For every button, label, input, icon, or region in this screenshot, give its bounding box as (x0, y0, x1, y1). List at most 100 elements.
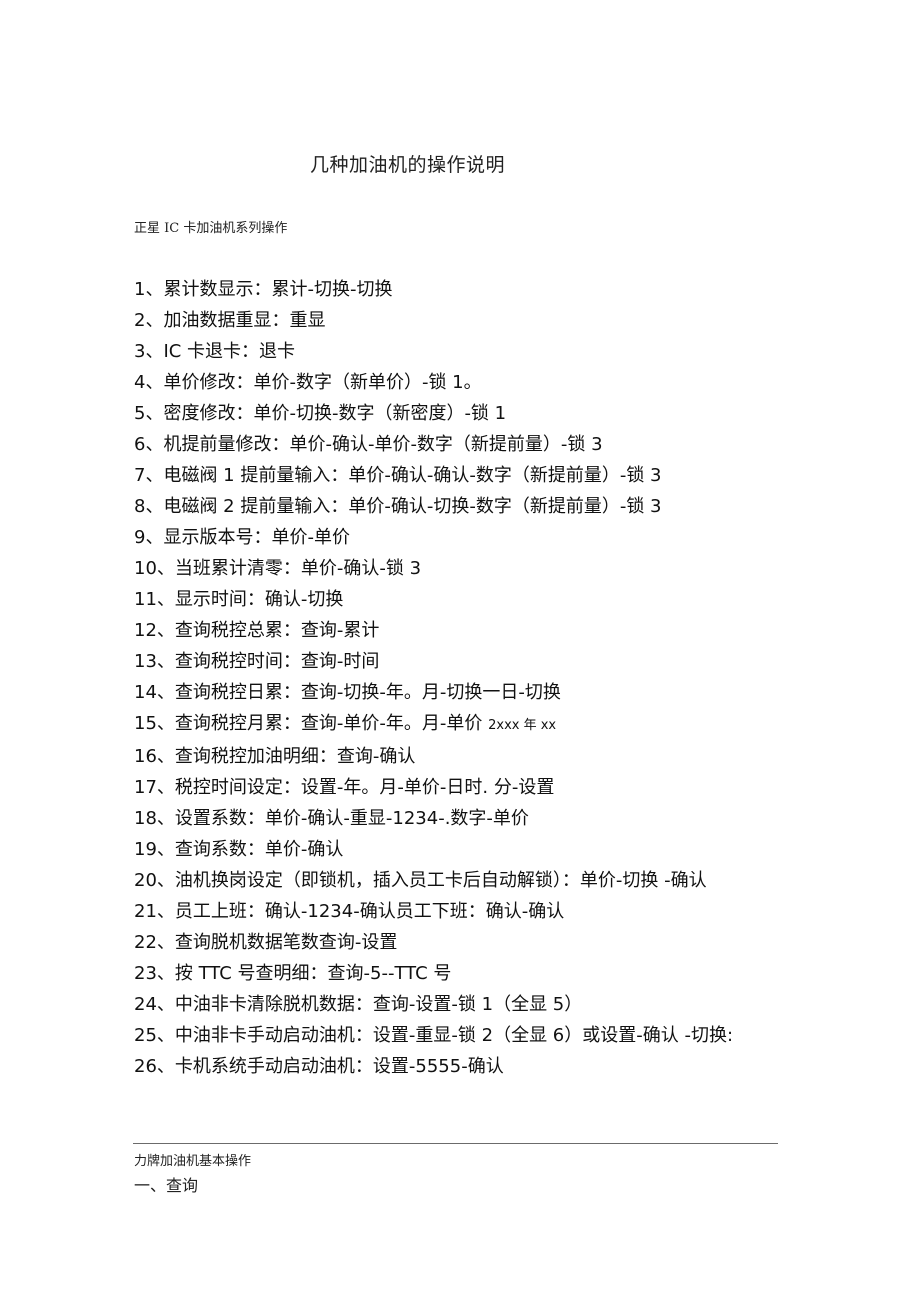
step-separator: 、 (145, 465, 164, 486)
step-text: 机提前量修改：单价-确认-单价-数字（新提前量）-锁 3 (163, 434, 603, 455)
step-item: 24、中油非卡清除脱机数据：查询-设置-锁 1（全显 5） (134, 989, 754, 1020)
step-item: 25、中油非卡手动启动油机：设置-重显-锁 2（全显 6）或设置-确认 -切换: (134, 1020, 749, 1051)
step-separator: 、 (156, 620, 175, 641)
step-number: 17 (134, 777, 157, 798)
step-text: 电磁阀 1 提前量输入：单价-确认-确认-数字（新提前量）-锁 3 (163, 465, 662, 486)
step-separator: 、 (145, 403, 164, 424)
step-text: 中油非卡清除脱机数据：查询-设置-锁 1（全显 5） (174, 994, 583, 1015)
step-item: 20、油机换岗设定（即锁机，插入员工卡后自动解锁）：单价-切换 -确认 (134, 865, 749, 896)
subsection-heading-query: 一、查询 (134, 1176, 199, 1195)
step-text: 累计数显示：累计-切换-切换 (163, 279, 393, 300)
step-item: 17、税控时间设定：设置-年。月-单价-日时. 分-设置 (134, 772, 754, 803)
step-item: 4、单价修改：单价-数字（新单价）-锁 1。 (134, 367, 754, 398)
step-separator: 、 (156, 589, 175, 610)
step-separator: 、 (145, 527, 164, 548)
step-item: 23、按 TTC 号查明细：查询-5--TTC 号 (134, 958, 754, 989)
step-number: 25 (134, 1025, 157, 1046)
document-title: 几种加油机的操作说明 (310, 154, 506, 176)
step-separator: 、 (156, 1056, 175, 1077)
step-number: 7 (134, 465, 146, 486)
step-number: 21 (134, 901, 157, 922)
step-text: 单价修改：单价-数字（新单价）-锁 1。 (163, 372, 482, 393)
step-number: 1 (134, 279, 146, 300)
step-text: 油机换岗设定（即锁机，插入员工卡后自动解锁）：单价-切换 -确认 (174, 870, 707, 891)
step-item: 8、电磁阀 2 提前量输入：单价-确认-切换-数字（新提前量）-锁 3 (134, 491, 754, 522)
step-item: 5、密度修改：单价-切换-数字（新密度）-锁 1 (134, 398, 754, 429)
step-text: 中油非卡手动启动油机：设置-重显-锁 2（全显 6）或设置-确认 -切换: (174, 1025, 734, 1046)
step-note: 2xxx 年 xx (488, 718, 557, 733)
step-text: 员工上班：确认-1234-确认员工下班：确认-确认 (174, 901, 565, 922)
step-text: IC 卡退卡：退卡 (163, 341, 296, 362)
step-text: 当班累计清零：单价-确认-锁 3 (174, 558, 422, 579)
step-text: 卡机系统手动启动油机：设置-5555-确认 (174, 1056, 504, 1077)
step-text: 显示版本号：单价-单价 (163, 527, 350, 548)
step-item: 21、员工上班：确认-1234-确认员工下班：确认-确认 (134, 896, 754, 927)
step-number: 24 (134, 994, 157, 1015)
section-heading-lipai: 力牌加油机基本操作 (134, 1154, 252, 1169)
step-separator: 、 (156, 963, 175, 984)
step-number: 16 (134, 746, 157, 767)
step-separator: 、 (145, 310, 164, 331)
step-number: 4 (134, 372, 146, 393)
step-item: 19、查询系数：单价-确认 (134, 834, 754, 865)
step-text: 电磁阀 2 提前量输入：单价-确认-切换-数字（新提前量）-锁 3 (163, 496, 662, 517)
step-item: 2、加油数据重显：重显 (134, 305, 754, 336)
step-number: 18 (134, 808, 157, 829)
step-number: 6 (134, 434, 146, 455)
step-separator: 、 (156, 1025, 175, 1046)
step-separator: 、 (145, 434, 164, 455)
operation-steps-list: 1、累计数显示：累计-切换-切换 2、加油数据重显：重显 3、IC 卡退卡：退卡… (134, 274, 754, 1082)
step-text: 查询税控月累：查询-单价-年。月-单价 (174, 713, 483, 734)
step-separator: 、 (156, 901, 175, 922)
step-number: 5 (134, 403, 146, 424)
step-text: 设置系数：单价-确认-重显-1234-.数字-单价 (174, 808, 529, 829)
step-item: 6、机提前量修改：单价-确认-单价-数字（新提前量）-锁 3 (134, 429, 754, 460)
step-separator: 、 (156, 682, 175, 703)
step-number: 19 (134, 839, 157, 860)
step-separator: 、 (156, 808, 175, 829)
step-text: 查询税控总累：查询-累计 (174, 620, 380, 641)
step-item: 3、IC 卡退卡：退卡 (134, 336, 754, 367)
step-number: 20 (134, 870, 157, 891)
step-text: 显示时间：确认-切换 (174, 589, 344, 610)
step-item: 11、显示时间：确认-切换 (134, 584, 754, 615)
section-heading-zhengxing: 正星 IC 卡加油机系列操作 (134, 221, 288, 236)
step-item: 1、累计数显示：累计-切换-切换 (134, 274, 754, 305)
step-text: 按 TTC 号查明细：查询-5--TTC 号 (174, 963, 452, 984)
step-number: 14 (134, 682, 157, 703)
step-text: 加油数据重显：重显 (163, 310, 326, 331)
step-separator: 、 (156, 994, 175, 1015)
step-number: 10 (134, 558, 157, 579)
step-item: 12、查询税控总累：查询-累计 (134, 615, 754, 646)
step-separator: 、 (145, 496, 164, 517)
step-number: 3 (134, 341, 146, 362)
step-separator: 、 (156, 746, 175, 767)
step-item: 26、卡机系统手动启动油机：设置-5555-确认 (134, 1051, 754, 1082)
step-number: 26 (134, 1056, 157, 1077)
step-number: 9 (134, 527, 146, 548)
step-separator: 、 (156, 558, 175, 579)
step-item: 10、当班累计清零：单价-确认-锁 3 (134, 553, 754, 584)
step-number: 11 (134, 589, 157, 610)
step-text: 密度修改：单价-切换-数字（新密度）-锁 1 (163, 403, 507, 424)
step-text: 查询脱机数据笔数查询-设置 (174, 932, 398, 953)
step-separator: 、 (145, 341, 164, 362)
step-item: 13、查询税控时间：查询-时间 (134, 646, 754, 677)
step-separator: 、 (156, 932, 175, 953)
step-number: 13 (134, 651, 157, 672)
step-separator: 、 (156, 839, 175, 860)
step-item: 15、查询税控月累：查询-单价-年。月-单价 2xxx 年 xx (134, 708, 754, 741)
step-text: 查询税控时间：查询-时间 (174, 651, 380, 672)
step-number: 15 (134, 713, 157, 734)
step-text: 税控时间设定：设置-年。月-单价-日时. 分-设置 (174, 777, 555, 798)
step-number: 12 (134, 620, 157, 641)
step-number: 8 (134, 496, 146, 517)
step-item: 18、设置系数：单价-确认-重显-1234-.数字-单价 (134, 803, 754, 834)
step-number: 22 (134, 932, 157, 953)
step-item: 22、查询脱机数据笔数查询-设置 (134, 927, 754, 958)
step-separator: 、 (156, 777, 175, 798)
section-divider (133, 1143, 778, 1144)
step-item: 16、查询税控加油明细：查询-确认 (134, 741, 754, 772)
step-separator: 、 (156, 651, 175, 672)
step-text: 查询税控日累：查询-切换-年。月-切换一日-切换 (174, 682, 561, 703)
